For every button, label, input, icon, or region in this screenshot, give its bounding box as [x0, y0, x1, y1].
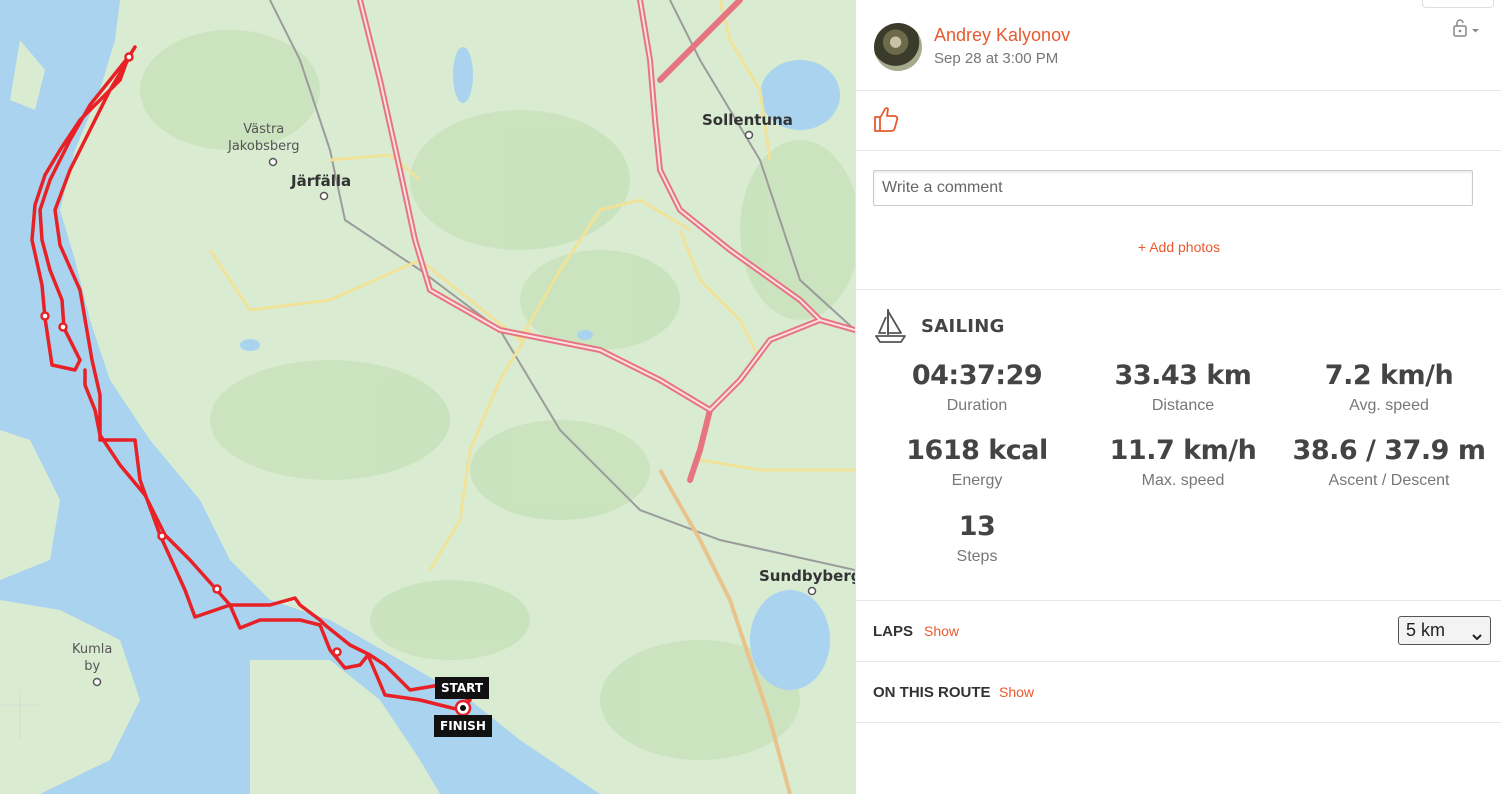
stat-value: 1618 kcal — [906, 435, 1048, 466]
stat-value: 13 — [958, 511, 996, 542]
stat-label: Steps — [956, 548, 998, 565]
stat-label: Distance — [1151, 397, 1215, 414]
laps-interval-select[interactable]: 5 km — [1398, 616, 1491, 645]
start-marker-label: START — [435, 677, 490, 699]
stat-duration: 04:37:29 Duration — [874, 361, 1080, 415]
stat-value: 04:37:29 — [911, 360, 1043, 391]
place-label-sundbyberg: Sundbyberg — [759, 567, 855, 585]
stat-label: Ascent / Descent — [1328, 472, 1450, 489]
place-name: Kumla by — [72, 642, 113, 674]
on-this-route-title: ON THIS ROUTE — [873, 684, 991, 701]
workout-panel: Andrey Kalyonov Sep 28 at 3:00 PM + Add … — [855, 0, 1501, 794]
avatar[interactable] — [874, 23, 922, 71]
divider — [856, 600, 1501, 601]
thumbs-up-icon[interactable] — [872, 105, 900, 133]
workout-header: Andrey Kalyonov Sep 28 at 3:00 PM — [856, 0, 1501, 91]
stat-label: Duration — [946, 397, 1008, 414]
stat-value: 33.43 km — [1114, 360, 1252, 391]
laps-interval-value: 5 km — [1406, 620, 1446, 640]
stat-distance: 33.43 km Distance — [1080, 361, 1286, 415]
stat-value: 7.2 km/h — [1324, 360, 1454, 391]
stat-max-speed: 11.7 km/h Max. speed — [1080, 436, 1286, 490]
on-this-route-show-link[interactable]: Show — [999, 684, 1034, 700]
stat-value: 38.6 / 37.9 m — [1292, 435, 1486, 466]
user-name-link[interactable]: Andrey Kalyonov — [934, 25, 1070, 46]
divider — [856, 661, 1501, 662]
chevron-down-icon — [1472, 626, 1482, 641]
route-map[interactable]: Västra Jakobsberg Järfälla Sollentuna Su… — [0, 0, 855, 794]
like-bar — [856, 91, 1501, 151]
stat-ascent-descent: 38.6 / 37.9 m Ascent / Descent — [1286, 436, 1492, 490]
workout-date: Sep 28 at 3:00 PM — [934, 50, 1059, 67]
stat-steps: 13 Steps — [874, 512, 1080, 566]
stat-avg-speed: 7.2 km/h Avg. speed — [1286, 361, 1492, 415]
divider — [856, 722, 1501, 723]
lock-icon[interactable] — [1452, 18, 1482, 42]
sailboat-icon — [874, 307, 908, 345]
place-label-kumla-by: Kumla by — [72, 641, 112, 675]
stat-label: Avg. speed — [1349, 397, 1429, 414]
place-label-sollentuna: Sollentuna — [702, 111, 793, 129]
stat-label: Energy — [951, 472, 1003, 489]
comment-field[interactable] — [873, 170, 1473, 206]
stat-value: 11.7 km/h — [1109, 435, 1257, 466]
sport-title: SAILING — [921, 316, 1005, 337]
comment-input[interactable] — [874, 171, 1472, 205]
stat-energy: 1618 kcal Energy — [874, 436, 1080, 490]
laps-show-link[interactable]: Show — [924, 623, 959, 639]
laps-title: LAPS — [873, 623, 914, 640]
finish-marker-label: FINISH — [434, 715, 492, 737]
add-photos-link[interactable]: + Add photos — [856, 239, 1501, 255]
place-label-jarfalla: Järfälla — [291, 172, 352, 190]
stat-label: Max. speed — [1141, 472, 1225, 489]
divider — [856, 289, 1501, 290]
place-name: Västra Jakobsberg — [228, 122, 300, 154]
place-label-vastra-jakobsberg: Västra Jakobsberg — [228, 121, 299, 155]
